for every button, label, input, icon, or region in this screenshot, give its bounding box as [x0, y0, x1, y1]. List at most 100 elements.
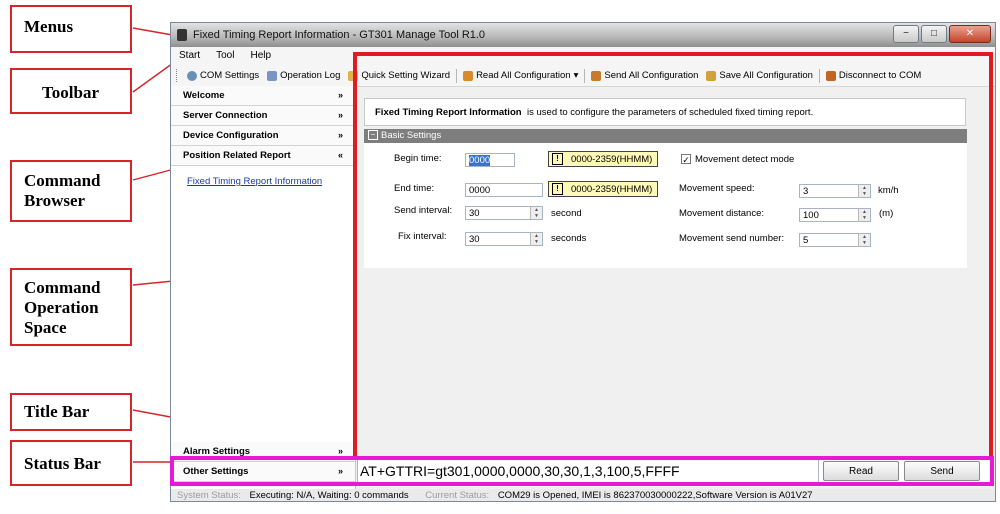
window-controls: − □ ✕ — [893, 25, 991, 43]
fix-interval-value: 30 — [469, 234, 480, 245]
spinner-icon[interactable]: ▲ ▼ — [858, 209, 870, 221]
browser-section-position-related-report[interactable]: Position Related Report « — [171, 146, 355, 166]
callout-toolbar-text: Toolbar — [42, 83, 100, 102]
movement-distance-label: Movement distance: — [679, 208, 765, 219]
toolbar-operation-log[interactable]: Operation Log — [263, 70, 344, 81]
begin-time-input[interactable]: 0000 — [465, 153, 515, 167]
callout-command-browser-line1: Command — [24, 171, 101, 190]
browser-section-label: Other Settings — [183, 466, 249, 477]
browser-section-label: Server Connection — [183, 110, 268, 121]
movement-speed-value: 3 — [803, 186, 809, 197]
spinner-icon[interactable]: ▲ ▼ — [858, 185, 870, 197]
browser-section-device-configuration[interactable]: Device Configuration » — [171, 126, 355, 146]
callout-cos-line2: Operation — [24, 298, 99, 317]
command-input[interactable]: AT+GTTRI=gt301,0000,0000,30,30,1,3,100,5… — [357, 459, 819, 483]
close-button[interactable]: ✕ — [949, 25, 991, 43]
menu-help[interactable]: Help — [242, 47, 279, 65]
browser-section-other-settings[interactable]: Other Settings » — [171, 462, 355, 482]
begin-time-hint: ! 0000-2359(HHMM) — [548, 151, 658, 167]
toolbar-read-all-configuration[interactable]: Read All Configuration ▾ — [459, 70, 582, 81]
toolbar-operation-log-label: Operation Log — [280, 70, 341, 81]
warning-icon: ! — [552, 183, 563, 196]
spinner-icon[interactable]: ▲ ▼ — [530, 207, 542, 219]
toolbar-save-all-configuration[interactable]: Save All Configuration — [702, 70, 816, 81]
toolbar-disconnect-label: Disconnect to COM — [838, 70, 922, 81]
basic-settings-header[interactable]: − Basic Settings — [364, 129, 967, 143]
spinner-icon[interactable]: ▲ ▼ — [858, 234, 870, 246]
toolbar-read-all-label: Read All Configuration — [476, 70, 571, 81]
minimize-button[interactable]: − — [893, 25, 919, 43]
movement-distance-input[interactable]: 100 ▲ ▼ — [799, 208, 871, 222]
toolbar-save-all-label: Save All Configuration — [719, 70, 813, 81]
description-title: Fixed Timing Report Information — [375, 107, 522, 118]
callout-cos-line1: Command — [24, 278, 101, 297]
fix-interval-input[interactable]: 30 ▲ ▼ — [465, 232, 543, 246]
chevron-double-down-icon: » — [337, 130, 343, 140]
callout-menus: Menus — [10, 5, 132, 53]
callout-status-bar: Status Bar — [10, 440, 132, 486]
movement-detect-checkbox[interactable]: ✓ — [681, 154, 691, 165]
browser-section-alarm-settings[interactable]: Alarm Settings » — [171, 442, 355, 462]
spinner-icon[interactable]: ▲ ▼ — [530, 233, 542, 245]
chevron-double-down-icon: » — [337, 446, 343, 456]
movement-send-number-input[interactable]: 5 ▲ ▼ — [799, 233, 871, 247]
callout-status-bar-text: Status Bar — [24, 454, 101, 473]
callout-command-browser: Command Browser — [10, 160, 132, 222]
window-title-bar[interactable]: Fixed Timing Report Information - GT301 … — [171, 23, 995, 47]
toolbar-send-all-configuration[interactable]: Send All Configuration — [587, 70, 702, 81]
end-time-hint: ! 0000-2359(HHMM) — [548, 181, 658, 197]
log-icon — [267, 70, 278, 81]
browser-section-label: Alarm Settings — [183, 446, 251, 457]
warning-icon: ! — [552, 153, 563, 166]
send-interval-value: 30 — [469, 208, 480, 219]
browser-section-welcome[interactable]: Welcome » — [171, 86, 355, 106]
chevron-down-icon[interactable]: ▾ — [574, 70, 579, 81]
toolbar-grip[interactable] — [176, 69, 180, 82]
callout-command-browser-line2: Browser — [24, 191, 86, 210]
movement-detect-label: Movement detect mode — [695, 154, 795, 165]
chevron-double-down-icon: » — [337, 466, 343, 476]
end-time-label: End time: — [394, 183, 435, 194]
end-time-hint-text: 0000-2359(HHMM) — [571, 184, 653, 195]
send-interval-label: Send interval: — [394, 205, 453, 216]
toolbar-quick-setting-wizard[interactable]: Quick Setting Wizard — [344, 70, 454, 81]
send-interval-input[interactable]: 30 ▲ ▼ — [465, 206, 543, 220]
movement-send-number-value: 5 — [803, 235, 809, 246]
chevron-double-down-icon: » — [337, 110, 343, 120]
begin-time-hint-text: 0000-2359(HHMM) — [571, 154, 653, 165]
browser-section-label: Device Configuration — [183, 130, 279, 141]
send-button[interactable]: Send — [904, 461, 980, 481]
browser-section-server-connection[interactable]: Server Connection » — [171, 106, 355, 126]
basic-settings-title: Basic Settings — [381, 130, 442, 141]
toolbar-send-all-label: Send All Configuration — [604, 70, 699, 81]
maximize-button[interactable]: □ — [921, 25, 947, 43]
movement-speed-input[interactable]: 3 ▲ ▼ — [799, 184, 871, 198]
menu-start[interactable]: Start — [171, 47, 208, 65]
wizard-icon — [348, 70, 359, 81]
disconnect-icon — [825, 70, 836, 81]
toolbar-separator — [456, 68, 458, 83]
read-button[interactable]: Read — [823, 461, 899, 481]
basic-settings-panel: Begin time: 0000 ! 0000-2359(HHMM) End ti… — [364, 143, 967, 268]
current-status-value: COM29 is Opened, IMEI is 862370030000222… — [497, 490, 813, 501]
toolbar: COM Settings Operation Log Quick Setting… — [171, 65, 995, 87]
save-icon — [706, 70, 717, 81]
command-browser: Welcome » Server Connection » Device Con… — [171, 86, 356, 489]
send-icon — [591, 70, 602, 81]
toolbar-com-settings[interactable]: COM Settings — [183, 70, 263, 81]
toolbar-disconnect-to-com[interactable]: Disconnect to COM — [822, 70, 925, 81]
description-panel: Fixed Timing Report Information is used … — [364, 98, 966, 126]
callout-cos-line3: Space — [24, 318, 67, 337]
end-time-input[interactable]: 0000 — [465, 183, 543, 197]
browser-link-fixed-timing-report[interactable]: Fixed Timing Report Information — [187, 176, 355, 187]
collapse-icon[interactable]: − — [368, 130, 378, 141]
app-icon — [177, 29, 187, 41]
system-status-label: System Status: — [177, 490, 241, 501]
end-time-value: 0000 — [469, 185, 491, 196]
toolbar-separator — [818, 68, 820, 83]
movement-distance-unit: (m) — [879, 208, 894, 219]
menu-tool[interactable]: Tool — [208, 47, 242, 65]
app-window: Fixed Timing Report Information - GT301 … — [170, 22, 996, 502]
callout-title-bar: Title Bar — [10, 393, 132, 431]
description-text: is used to configure the parameters of s… — [527, 107, 814, 118]
